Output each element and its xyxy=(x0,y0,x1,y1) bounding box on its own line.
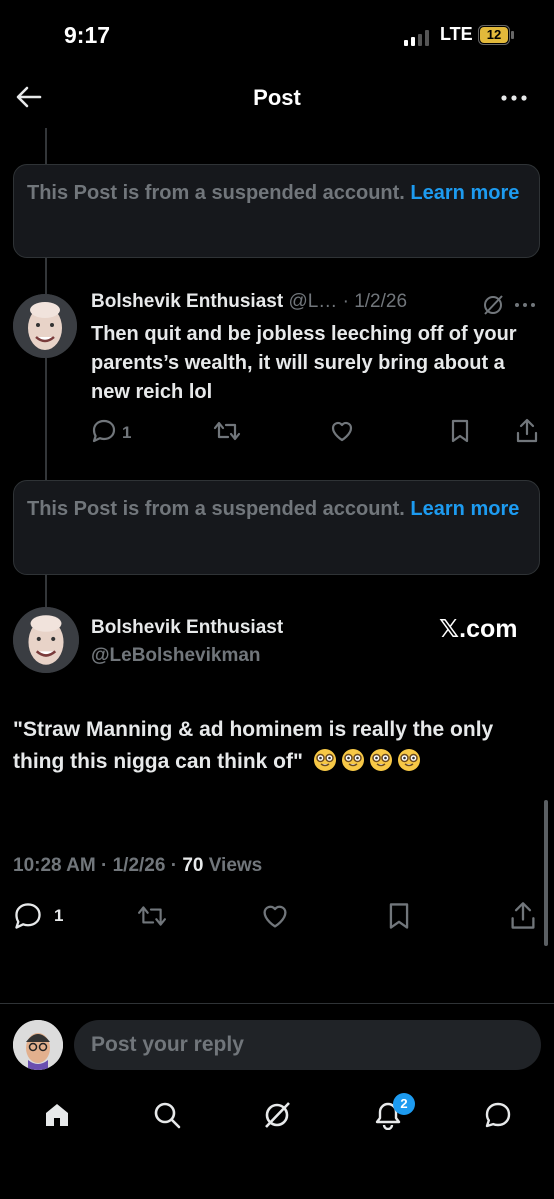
timestamp: 10:28 AM · 1/2/26 · xyxy=(13,855,183,876)
thread-line xyxy=(45,575,47,607)
tweet-text: Then quit and be jobless leeching off of… xyxy=(91,323,517,403)
author-name[interactable]: Bolshevik Enthusiast xyxy=(91,617,283,639)
thread-line xyxy=(45,128,47,164)
more-options-icon[interactable] xyxy=(514,301,536,309)
scrollbar[interactable] xyxy=(544,800,548,946)
avatar[interactable] xyxy=(13,607,79,673)
source-label: 𝕏.com xyxy=(439,615,518,643)
bookmark-icon[interactable] xyxy=(448,418,472,444)
tweet-body: "Straw Manning & ad hominem is really th… xyxy=(13,718,494,773)
suspended-post-notice: This Post is from a suspended account. L… xyxy=(13,164,540,258)
messages-icon[interactable] xyxy=(483,1100,513,1130)
reply-icon[interactable] xyxy=(91,418,117,444)
reply-count: 1 xyxy=(122,423,132,442)
bookmark-icon[interactable] xyxy=(385,901,413,931)
share-icon[interactable] xyxy=(514,418,540,444)
suspended-post-notice: This Post is from a suspended account. L… xyxy=(13,480,540,575)
tweet-meta: 10:28 AM · 1/2/26 · 70 Views xyxy=(13,855,262,877)
page-title: Post xyxy=(253,85,301,110)
share-icon[interactable] xyxy=(508,901,538,931)
user-avatar[interactable] xyxy=(13,1020,63,1070)
views-count[interactable]: 70 xyxy=(182,855,203,876)
learn-more-link[interactable]: Learn more xyxy=(410,182,519,204)
suspended-text: This Post is from a suspended account. xyxy=(27,182,405,204)
author-line: Bolshevik Enthusiast @L… · 1/2/26 xyxy=(91,291,407,313)
like-icon[interactable] xyxy=(329,418,355,444)
nerd-face-icon xyxy=(397,748,421,772)
reply-input[interactable]: Post your reply xyxy=(74,1020,541,1070)
divider xyxy=(0,1003,554,1004)
home-icon[interactable] xyxy=(42,1100,72,1130)
nerd-face-icon xyxy=(369,748,393,772)
grok-icon[interactable] xyxy=(482,294,504,316)
author-handle[interactable]: @LeBolshevikman xyxy=(91,645,261,667)
author-handle-date: @L… · 1/2/26 xyxy=(288,291,408,312)
more-options-icon[interactable] xyxy=(498,88,530,108)
reply-icon[interactable] xyxy=(13,901,43,931)
network-label: LTE xyxy=(440,24,473,44)
grok-icon[interactable] xyxy=(262,1100,292,1130)
nerd-face-icon xyxy=(313,748,337,772)
like-icon[interactable] xyxy=(260,901,290,931)
battery-level: 12 xyxy=(486,27,502,42)
notification-badge: 2 xyxy=(393,1093,415,1115)
views-label: Views xyxy=(203,855,263,876)
battery-icon: 12 xyxy=(478,25,514,45)
thread-line xyxy=(45,358,47,480)
status-time: 9:17 xyxy=(64,22,111,48)
signal-icon xyxy=(404,30,434,46)
author-name[interactable]: Bolshevik Enthusiast xyxy=(91,291,283,312)
suspended-text: This Post is from a suspended account. xyxy=(27,498,405,520)
reply-count: 1 xyxy=(54,906,64,925)
learn-more-link[interactable]: Learn more xyxy=(410,498,519,520)
avatar[interactable] xyxy=(13,294,77,358)
repost-icon[interactable] xyxy=(136,902,168,930)
nerd-face-icon xyxy=(341,748,365,772)
search-icon[interactable] xyxy=(152,1100,182,1130)
repost-icon[interactable] xyxy=(213,418,241,444)
thread-line xyxy=(45,258,47,294)
tweet-text: "Straw Manning & ad hominem is really th… xyxy=(13,714,541,778)
